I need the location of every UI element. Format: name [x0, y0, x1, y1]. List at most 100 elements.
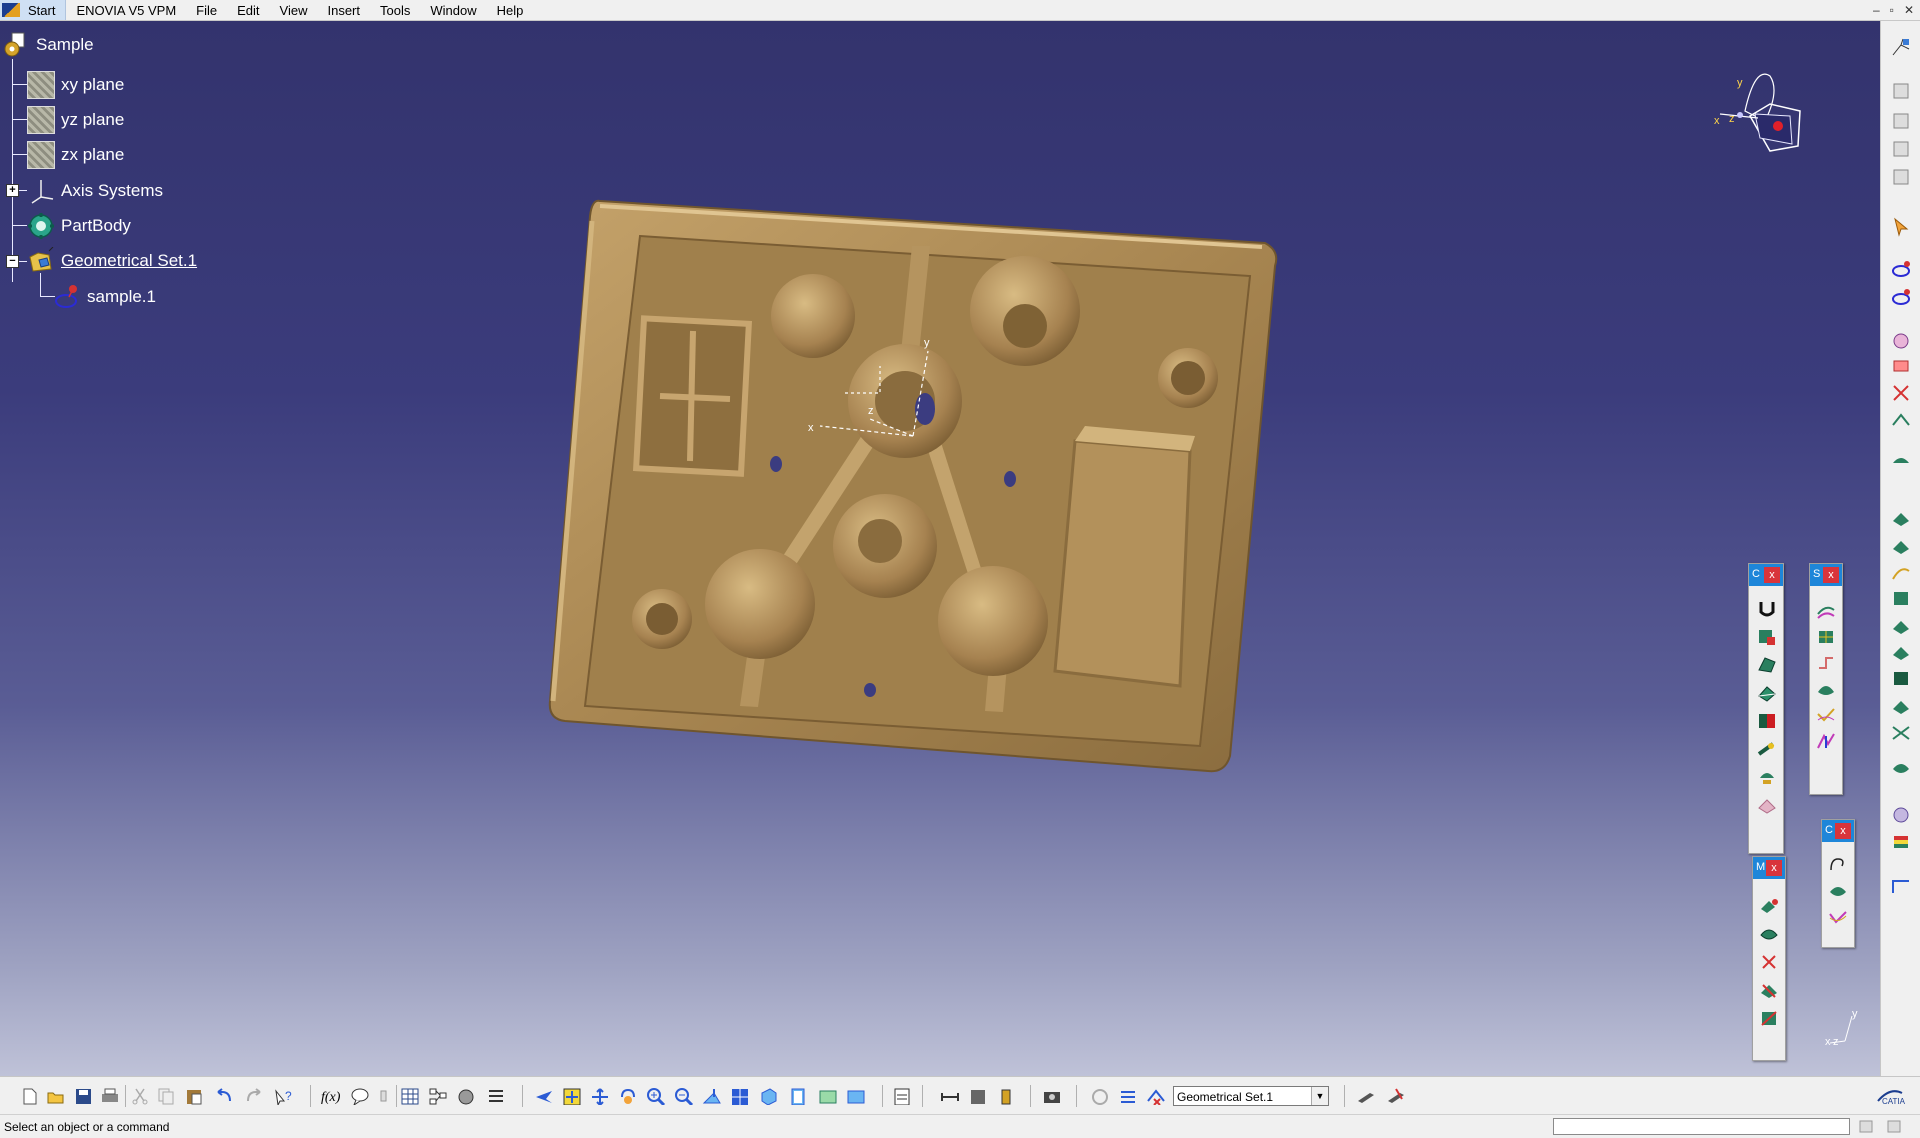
- whats-this-icon[interactable]: ?: [274, 1087, 294, 1105]
- start-menu[interactable]: Start: [0, 0, 67, 20]
- remove-icon[interactable]: [1759, 953, 1779, 971]
- floating-toolbar-header[interactable]: C x: [1822, 820, 1854, 842]
- menu-edit[interactable]: Edit: [227, 3, 269, 18]
- cloud-align-icon[interactable]: [1891, 411, 1913, 431]
- tree-root-sample[interactable]: Sample: [3, 31, 94, 59]
- swap-visible-icon[interactable]: [846, 1087, 866, 1105]
- fly-mode-icon[interactable]: [534, 1087, 554, 1105]
- zoom-in-icon[interactable]: [646, 1087, 666, 1105]
- sketch-curve-icon[interactable]: [1828, 856, 1848, 874]
- floating-toolbar-header[interactable]: S x: [1810, 564, 1842, 586]
- planar-section-icon[interactable]: [1757, 740, 1777, 758]
- floating-toolbar-4[interactable]: C x: [1821, 819, 1855, 948]
- redo-icon[interactable]: [244, 1087, 264, 1105]
- close-icon[interactable]: x: [1835, 823, 1851, 839]
- close-icon[interactable]: x: [1823, 567, 1839, 583]
- split-icon[interactable]: [1891, 617, 1913, 637]
- measure-icon[interactable]: [1891, 877, 1913, 897]
- fill-holes-icon[interactable]: [1759, 925, 1779, 943]
- fit-all-icon[interactable]: [562, 1087, 582, 1105]
- tree-item-geometrical-set[interactable]: Geometrical Set.1: [27, 247, 197, 275]
- export-cloud-icon[interactable]: [1891, 287, 1913, 307]
- menu-insert[interactable]: Insert: [317, 3, 370, 18]
- hide-show-icon[interactable]: [818, 1087, 838, 1105]
- restore-button[interactable]: ▫: [1890, 3, 1894, 17]
- mesh-creation-icon[interactable]: [1891, 451, 1913, 471]
- brush-icon[interactable]: [1356, 1087, 1376, 1105]
- view-front-icon[interactable]: [1891, 81, 1913, 101]
- curve-projection-icon[interactable]: [1816, 654, 1836, 672]
- flip-icon[interactable]: [1757, 712, 1777, 730]
- open-icon[interactable]: [46, 1087, 66, 1105]
- tree-item-partbody[interactable]: PartBody: [27, 212, 131, 240]
- tree-item-axis-systems[interactable]: Axis Systems: [27, 177, 163, 205]
- print-icon[interactable]: [100, 1087, 120, 1105]
- expand-axis-systems-button[interactable]: +: [6, 184, 19, 197]
- cloud-filter-icon[interactable]: [1891, 357, 1913, 377]
- floating-toolbar-header[interactable]: C x: [1749, 564, 1783, 586]
- floating-toolbar-header[interactable]: M x: [1753, 857, 1785, 879]
- menu-file[interactable]: File: [186, 3, 227, 18]
- define-in-work-object-icon[interactable]: [1146, 1087, 1166, 1105]
- connect-checker-icon[interactable]: [1816, 732, 1836, 750]
- curve-icon[interactable]: [1891, 563, 1913, 583]
- cloud-edit-icon[interactable]: [1891, 331, 1913, 351]
- compass-widget[interactable]: y x z: [1700, 56, 1810, 176]
- chevron-down-icon[interactable]: ▼: [1311, 1087, 1328, 1105]
- triangulate-icon[interactable]: [1757, 684, 1777, 702]
- shading-icon[interactable]: [788, 1087, 808, 1105]
- tree-item-xy-plane[interactable]: xy plane: [27, 71, 124, 99]
- graph-icon[interactable]: [428, 1087, 448, 1105]
- close-button[interactable]: ✕: [1904, 3, 1914, 17]
- activate-cloud-icon[interactable]: [1757, 628, 1777, 646]
- shade-icon[interactable]: [1757, 796, 1777, 814]
- toggle-icon[interactable]: [1887, 1120, 1901, 1133]
- join-icon[interactable]: [1891, 759, 1913, 779]
- surface-fit-icon[interactable]: [1891, 589, 1913, 609]
- analysis-icon[interactable]: [1891, 805, 1913, 825]
- tree-item-sample-1[interactable]: sample.1: [53, 283, 156, 311]
- menu-help[interactable]: Help: [487, 3, 534, 18]
- update-icon[interactable]: [1090, 1087, 1110, 1105]
- import-cloud-icon[interactable]: [1891, 259, 1913, 279]
- menu-window[interactable]: Window: [420, 3, 486, 18]
- cut-icon[interactable]: [130, 1087, 150, 1105]
- iso-view-icon[interactable]: [758, 1087, 778, 1105]
- list-icon[interactable]: [486, 1087, 506, 1105]
- layer-filter-icon[interactable]: [1118, 1087, 1138, 1105]
- cloud-remove-icon[interactable]: [1891, 383, 1913, 403]
- magnet-icon[interactable]: [1757, 600, 1777, 618]
- capture-icon[interactable]: [1042, 1087, 1062, 1105]
- paste-icon[interactable]: [184, 1087, 204, 1105]
- close-icon[interactable]: x: [1764, 567, 1780, 583]
- mesh-icon[interactable]: [1757, 656, 1777, 674]
- sketch-icon[interactable]: [1891, 37, 1913, 57]
- measure-inertia-icon[interactable]: [996, 1087, 1016, 1105]
- print-preview-icon[interactable]: [892, 1087, 912, 1105]
- save-icon[interactable]: [74, 1087, 94, 1105]
- curve-deviation-icon[interactable]: [1828, 908, 1848, 926]
- intersect-icon[interactable]: [1891, 723, 1913, 743]
- rough-offset-icon[interactable]: [1891, 537, 1913, 557]
- color-map-icon[interactable]: [1891, 833, 1913, 853]
- comment-icon[interactable]: [350, 1087, 370, 1105]
- tree-item-yz-plane[interactable]: yz plane: [27, 106, 124, 134]
- cloud-surface-icon[interactable]: [1828, 882, 1848, 900]
- collapse-geometrical-set-button[interactable]: −: [6, 255, 19, 268]
- merge-icon[interactable]: [1891, 643, 1913, 663]
- pan-icon[interactable]: [590, 1087, 610, 1105]
- floating-toolbar-1[interactable]: C x: [1748, 563, 1784, 854]
- curve-check-icon[interactable]: [1816, 706, 1836, 724]
- catalog-icon[interactable]: [456, 1087, 476, 1105]
- floating-toolbar-2[interactable]: S x: [1809, 563, 1843, 795]
- view-side-icon[interactable]: [1891, 167, 1913, 187]
- floating-toolbar-3[interactable]: M x: [1752, 856, 1786, 1061]
- curve-on-mesh-icon[interactable]: [1757, 768, 1777, 786]
- decimate-icon[interactable]: [1759, 981, 1779, 999]
- work-object-select[interactable]: Geometrical Set.1 ▼: [1173, 1086, 1329, 1106]
- menu-view[interactable]: View: [270, 3, 318, 18]
- zoom-out-icon[interactable]: [674, 1087, 694, 1105]
- normal-view-icon[interactable]: [702, 1087, 722, 1105]
- undo-icon[interactable]: [214, 1087, 234, 1105]
- view-iso-icon[interactable]: [1891, 111, 1913, 131]
